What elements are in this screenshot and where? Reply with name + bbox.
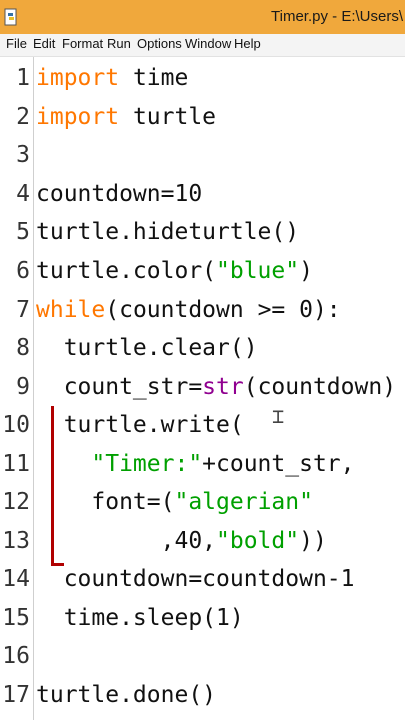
line-number: 12: [2, 489, 30, 515]
line-number: 11: [2, 451, 30, 477]
code-text: +count_str,: [202, 451, 355, 477]
menu-help[interactable]: Help: [234, 36, 261, 51]
gutter-divider: [33, 57, 34, 720]
keyword-import: import: [36, 65, 120, 91]
line-number: 6: [16, 258, 30, 284]
code-text: ): [299, 258, 313, 284]
code-text: time: [119, 65, 189, 91]
code-line-4[interactable]: countdown=10: [36, 179, 202, 209]
code-line-15[interactable]: time.sleep(1): [36, 603, 244, 633]
builtin-str: str: [202, 374, 244, 400]
line-number: 5: [16, 219, 30, 245]
python-idle-icon[interactable]: [4, 8, 18, 26]
window-title: Timer.py - E:\Users\: [271, 8, 403, 25]
code-line-17[interactable]: turtle.done(): [36, 680, 216, 710]
keyword-import: import: [36, 104, 120, 130]
menu-format[interactable]: Format: [62, 36, 103, 51]
string-literal: "Timer:": [91, 451, 203, 477]
line-number: 16: [2, 643, 30, 669]
title-bar: Timer.py - E:\Users\: [0, 0, 405, 34]
code-line-12[interactable]: font=("algerian": [36, 487, 313, 517]
code-text: count_str=: [36, 374, 203, 400]
keyword-while: while: [36, 297, 106, 323]
line-number: 9: [16, 374, 30, 400]
line-number: 2: [16, 104, 30, 130]
menu-edit[interactable]: Edit: [33, 36, 55, 51]
menu-run[interactable]: Run: [107, 36, 131, 51]
line-number: 15: [2, 605, 30, 631]
menu-window[interactable]: Window: [185, 36, 231, 51]
code-line-14[interactable]: countdown=countdown-1: [36, 564, 355, 594]
code-line-1[interactable]: import time: [36, 63, 188, 93]
code-text: (countdown): [243, 374, 397, 400]
line-number: 17: [2, 682, 30, 708]
line-number: 1: [16, 65, 30, 91]
string-literal: "blue": [216, 258, 300, 284]
text-ibeam-cursor-icon: ⌶: [272, 404, 285, 428]
code-line-5[interactable]: turtle.hideturtle(): [36, 217, 299, 247]
code-text: turtle.color(: [36, 258, 217, 284]
code-line-2[interactable]: import turtle: [36, 102, 216, 132]
annotation-bracket: [51, 406, 64, 566]
line-number: 10: [2, 412, 30, 438]
line-number: 4: [16, 181, 30, 207]
line-number: 3: [16, 142, 30, 168]
string-literal: "bold": [216, 528, 300, 554]
menu-options[interactable]: Options: [137, 36, 182, 51]
code-text: (countdown >= 0):: [105, 297, 341, 323]
code-line-7[interactable]: while(countdown >= 0):: [36, 295, 341, 325]
code-line-9[interactable]: count_str=str(countdown): [36, 372, 396, 402]
menu-file[interactable]: File: [6, 36, 27, 51]
line-number: 8: [16, 335, 30, 361]
code-line-8[interactable]: turtle.clear(): [36, 333, 258, 363]
string-literal: "algerian": [174, 489, 313, 515]
menu-bar: File Edit Format Run Options Window Help: [0, 34, 405, 57]
code-text: turtle: [119, 104, 217, 130]
code-line-6[interactable]: turtle.color("blue"): [36, 256, 313, 286]
line-number: 14: [2, 566, 30, 592]
code-line-11[interactable]: "Timer:"+count_str,: [36, 449, 355, 479]
code-line-13[interactable]: ,40,"bold")): [36, 526, 327, 556]
line-number: 7: [16, 297, 30, 323]
code-line-10[interactable]: turtle.write(: [36, 410, 244, 440]
line-number: 13: [2, 528, 30, 554]
code-text: )): [299, 528, 327, 554]
